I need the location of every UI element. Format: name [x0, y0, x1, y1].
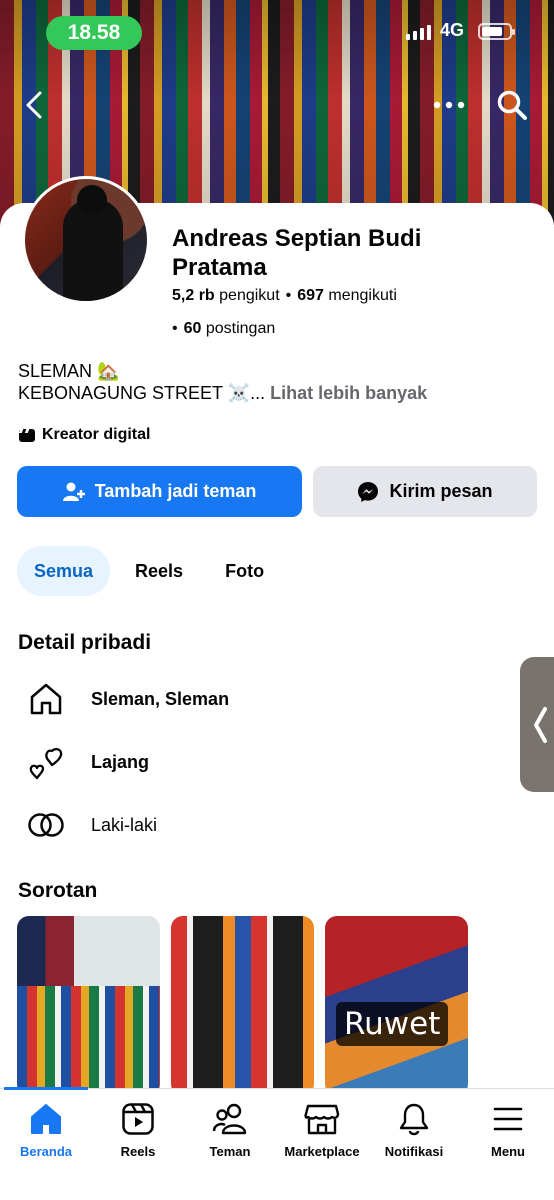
profile-name: Andreas Septian Budi Pratama	[172, 225, 422, 281]
menu-icon	[490, 1101, 526, 1137]
detail-gender-text: Laki-laki	[91, 814, 158, 835]
nav-notifications-label: Notifikasi	[384, 1144, 444, 1159]
followers-count[interactable]: 5,2 rb	[172, 287, 215, 304]
nav-marketplace-label: Marketplace	[284, 1144, 360, 1159]
nav-home-label: Beranda	[19, 1144, 73, 1159]
profile-stats: 5,2 rb pengikut • 697 mengikuti	[172, 287, 397, 304]
highlights-row: Ruwet	[17, 916, 468, 1096]
posts-count: 60	[183, 320, 202, 337]
nav-home[interactable]: Beranda	[0, 1101, 96, 1159]
friends-icon	[212, 1101, 248, 1137]
network-type: 4G	[440, 20, 465, 40]
detail-relationship: Lajang	[26, 742, 149, 782]
battery-icon	[478, 23, 515, 40]
search-button[interactable]	[492, 85, 532, 125]
nav-menu-label: Menu	[491, 1144, 525, 1159]
nav-marketplace[interactable]: Marketplace	[272, 1101, 372, 1159]
detail-location: Sleman, Sleman	[26, 679, 229, 719]
bottom-navigation: Beranda Reels Teman Marketplace Notifika…	[0, 1087, 554, 1200]
chevron-left-icon	[26, 91, 42, 119]
message-button[interactable]: Kirim pesan	[313, 466, 537, 517]
followers-label[interactable]: pengikut	[219, 287, 280, 304]
active-tab-indicator	[4, 1087, 88, 1090]
add-friend-label: Tambah jadi teman	[94, 481, 257, 501]
nav-menu[interactable]: Menu	[458, 1101, 554, 1159]
detail-gender: Laki-laki	[26, 805, 157, 845]
bell-icon	[396, 1101, 432, 1137]
highlight-card[interactable]: Ruwet	[325, 916, 468, 1096]
reels-icon	[120, 1101, 156, 1137]
home-icon	[26, 679, 66, 719]
more-options-button[interactable]	[429, 85, 469, 125]
category-label: Kreator digital	[42, 426, 151, 443]
following-count[interactable]: 697	[297, 287, 324, 304]
nav-friends-label: Teman	[209, 1144, 251, 1159]
chevron-left-icon	[534, 706, 547, 743]
highlights-title: Sorotan	[18, 879, 98, 902]
highlight-label: Ruwet	[336, 1002, 449, 1046]
clapperboard-icon	[18, 429, 35, 442]
status-bar: 18.58 4G	[0, 14, 554, 50]
nav-notifications[interactable]: Notifikasi	[364, 1101, 464, 1159]
signal-icon	[406, 24, 431, 40]
detail-location-text[interactable]: Sleman, Sleman	[91, 689, 229, 710]
profile-category: Kreator digital	[18, 426, 150, 444]
highlight-card[interactable]	[17, 916, 160, 1096]
posts-stat: • 60 postingan	[172, 320, 276, 337]
details-title: Detail pribadi	[18, 631, 152, 654]
more-dots-icon	[433, 101, 465, 109]
nav-reels[interactable]: Reels	[88, 1101, 188, 1159]
following-label[interactable]: mengikuti	[328, 287, 396, 304]
message-label: Kirim pesan	[389, 481, 493, 501]
add-friend-button[interactable]: Tambah jadi teman	[17, 466, 302, 517]
avatar[interactable]	[22, 176, 150, 304]
highlight-card[interactable]	[171, 916, 314, 1096]
hearts-icon	[26, 742, 66, 782]
search-icon	[497, 90, 527, 120]
home-icon	[28, 1101, 64, 1137]
nav-reels-label: Reels	[120, 1144, 156, 1159]
profile-tabs: Semua Reels Foto	[17, 546, 289, 596]
tab-reels[interactable]: Reels	[118, 546, 200, 596]
side-panel-handle[interactable]	[520, 657, 554, 792]
see-more-link[interactable]: Lihat lebih banyak	[270, 383, 427, 403]
tab-all[interactable]: Semua	[17, 546, 111, 596]
profile-bio: SLEMAN 🏡 KEBONAGUNG STREET ☠️... Lihat l…	[18, 360, 427, 404]
add-friend-icon	[62, 482, 85, 501]
status-time: 18.58	[46, 16, 142, 50]
tab-photos[interactable]: Foto	[208, 546, 281, 596]
detail-relationship-text: Lajang	[91, 751, 150, 772]
posts-label: postingan	[205, 320, 276, 337]
messenger-icon	[358, 481, 379, 502]
back-button[interactable]	[14, 85, 54, 125]
bio-line-1: SLEMAN 🏡	[18, 361, 120, 381]
marketplace-icon	[304, 1101, 340, 1137]
nav-friends[interactable]: Teman	[180, 1101, 280, 1159]
gender-rings-icon	[26, 805, 66, 845]
bio-line-2: KEBONAGUNG STREET ☠️...	[18, 383, 266, 403]
